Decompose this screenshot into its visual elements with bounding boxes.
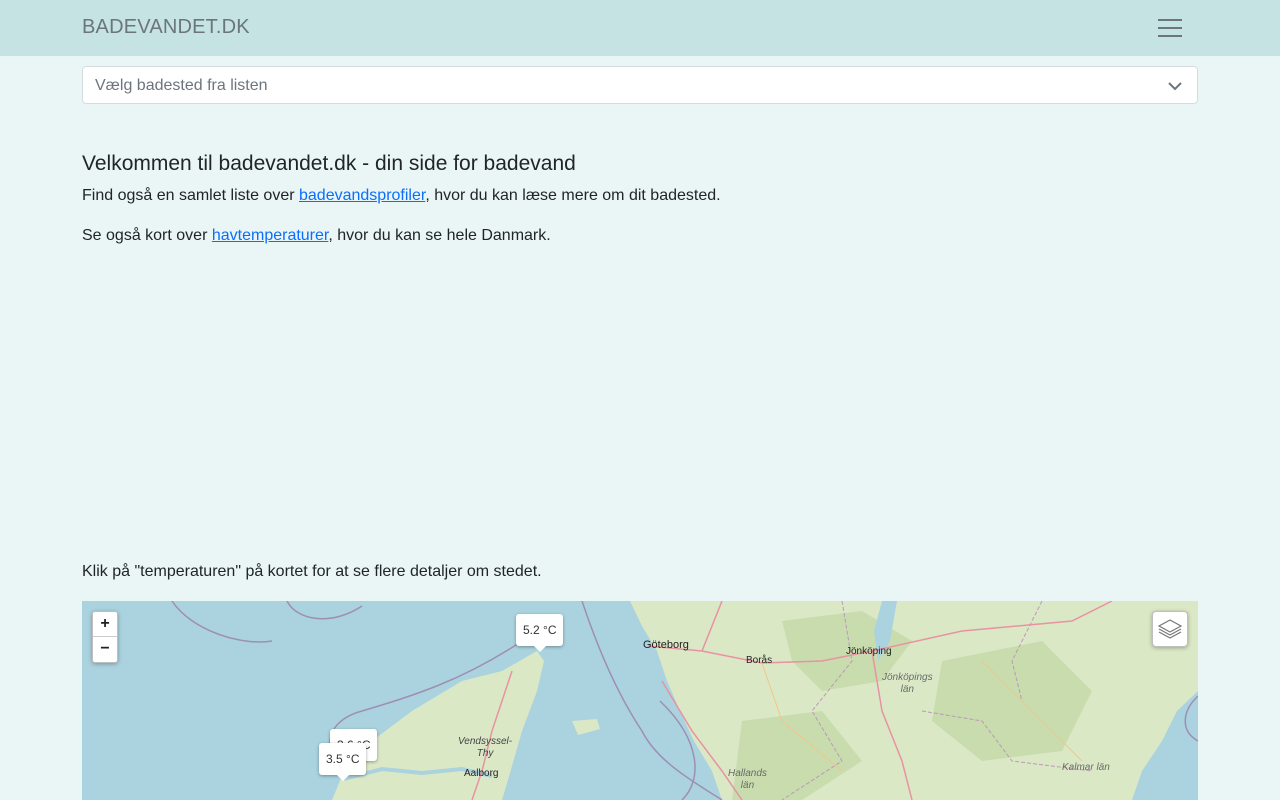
map-hint: Klik på "temperaturen" på kortet for at … bbox=[82, 563, 542, 580]
region-label-line: Vendsyssel- bbox=[458, 736, 513, 747]
zoom-in-button[interactable]: + bbox=[93, 612, 117, 637]
sea-boundary bbox=[1184, 695, 1198, 742]
region-label-hallands-lan: Hallands län bbox=[728, 768, 767, 792]
temperature-marker[interactable]: 3.5 °C bbox=[319, 743, 367, 781]
place-label-aalborg: Aalborg bbox=[464, 768, 499, 779]
place-label-boras: Borås bbox=[746, 655, 773, 666]
land-laeso bbox=[572, 719, 600, 735]
layers-icon bbox=[1157, 619, 1183, 639]
region-label-vendsyssel: Vendsyssel- Thy bbox=[458, 736, 512, 760]
intro-text: Se også kort over bbox=[82, 227, 212, 244]
navbar: BADEVANDET.DK bbox=[0, 0, 1280, 56]
region-label-line: Jönköpings bbox=[882, 672, 933, 683]
region-label-line: Thy bbox=[476, 748, 494, 759]
intro-paragraph-temperatures: Se også kort over havtemperaturer, hvor … bbox=[82, 227, 551, 245]
page-title: Velkommen til badevandet.dk - din side f… bbox=[82, 152, 576, 175]
sea-boundary bbox=[171, 601, 273, 643]
place-label-goteborg: Göteborg bbox=[643, 639, 689, 651]
intro-text: , hvor du kan læse mere om dit badested. bbox=[425, 187, 721, 204]
bathing-site-select[interactable]: Vælg badested fra listen bbox=[82, 66, 1198, 104]
intro-paragraph-profiles: Find også en samlet liste over badevands… bbox=[82, 187, 721, 205]
map-tiles bbox=[171, 601, 1198, 800]
menu-toggle-button[interactable] bbox=[1150, 12, 1190, 44]
land-jutland bbox=[332, 651, 544, 800]
intro-text: Find også en samlet liste over bbox=[82, 187, 299, 204]
region-label-line: län bbox=[900, 684, 914, 695]
temperature-map[interactable]: Göteborg Borås Jönköping Jönköpings län … bbox=[82, 601, 1198, 800]
zoom-control: + − bbox=[92, 611, 118, 663]
zoom-out-button[interactable]: − bbox=[93, 637, 117, 662]
sea-temperatures-link[interactable]: havtemperaturer bbox=[212, 227, 329, 244]
region-label-jonkopings-lan: Jönköpings län bbox=[882, 672, 933, 696]
place-label-jonkoping: Jönköping bbox=[846, 646, 892, 657]
sea-boundary bbox=[286, 601, 363, 620]
hamburger-icon bbox=[1158, 35, 1182, 37]
region-label-kalmar-lan: Kalmar län bbox=[1062, 762, 1110, 773]
chevron-down-icon bbox=[1168, 82, 1182, 91]
hamburger-icon bbox=[1158, 27, 1182, 29]
select-placeholder: Vælg badested fra listen bbox=[95, 77, 268, 94]
layers-button[interactable] bbox=[1152, 611, 1188, 647]
intro-text: , hvor du kan se hele Danmark. bbox=[328, 227, 551, 244]
region-label-line: län bbox=[740, 780, 755, 791]
region-label-line: Hallands bbox=[728, 768, 767, 779]
site-brand[interactable]: BADEVANDET.DK bbox=[82, 16, 250, 39]
temperature-marker[interactable]: 5.2 °C bbox=[516, 614, 564, 652]
hamburger-icon bbox=[1158, 19, 1182, 21]
profiles-link[interactable]: badevandsprofiler bbox=[299, 187, 425, 204]
